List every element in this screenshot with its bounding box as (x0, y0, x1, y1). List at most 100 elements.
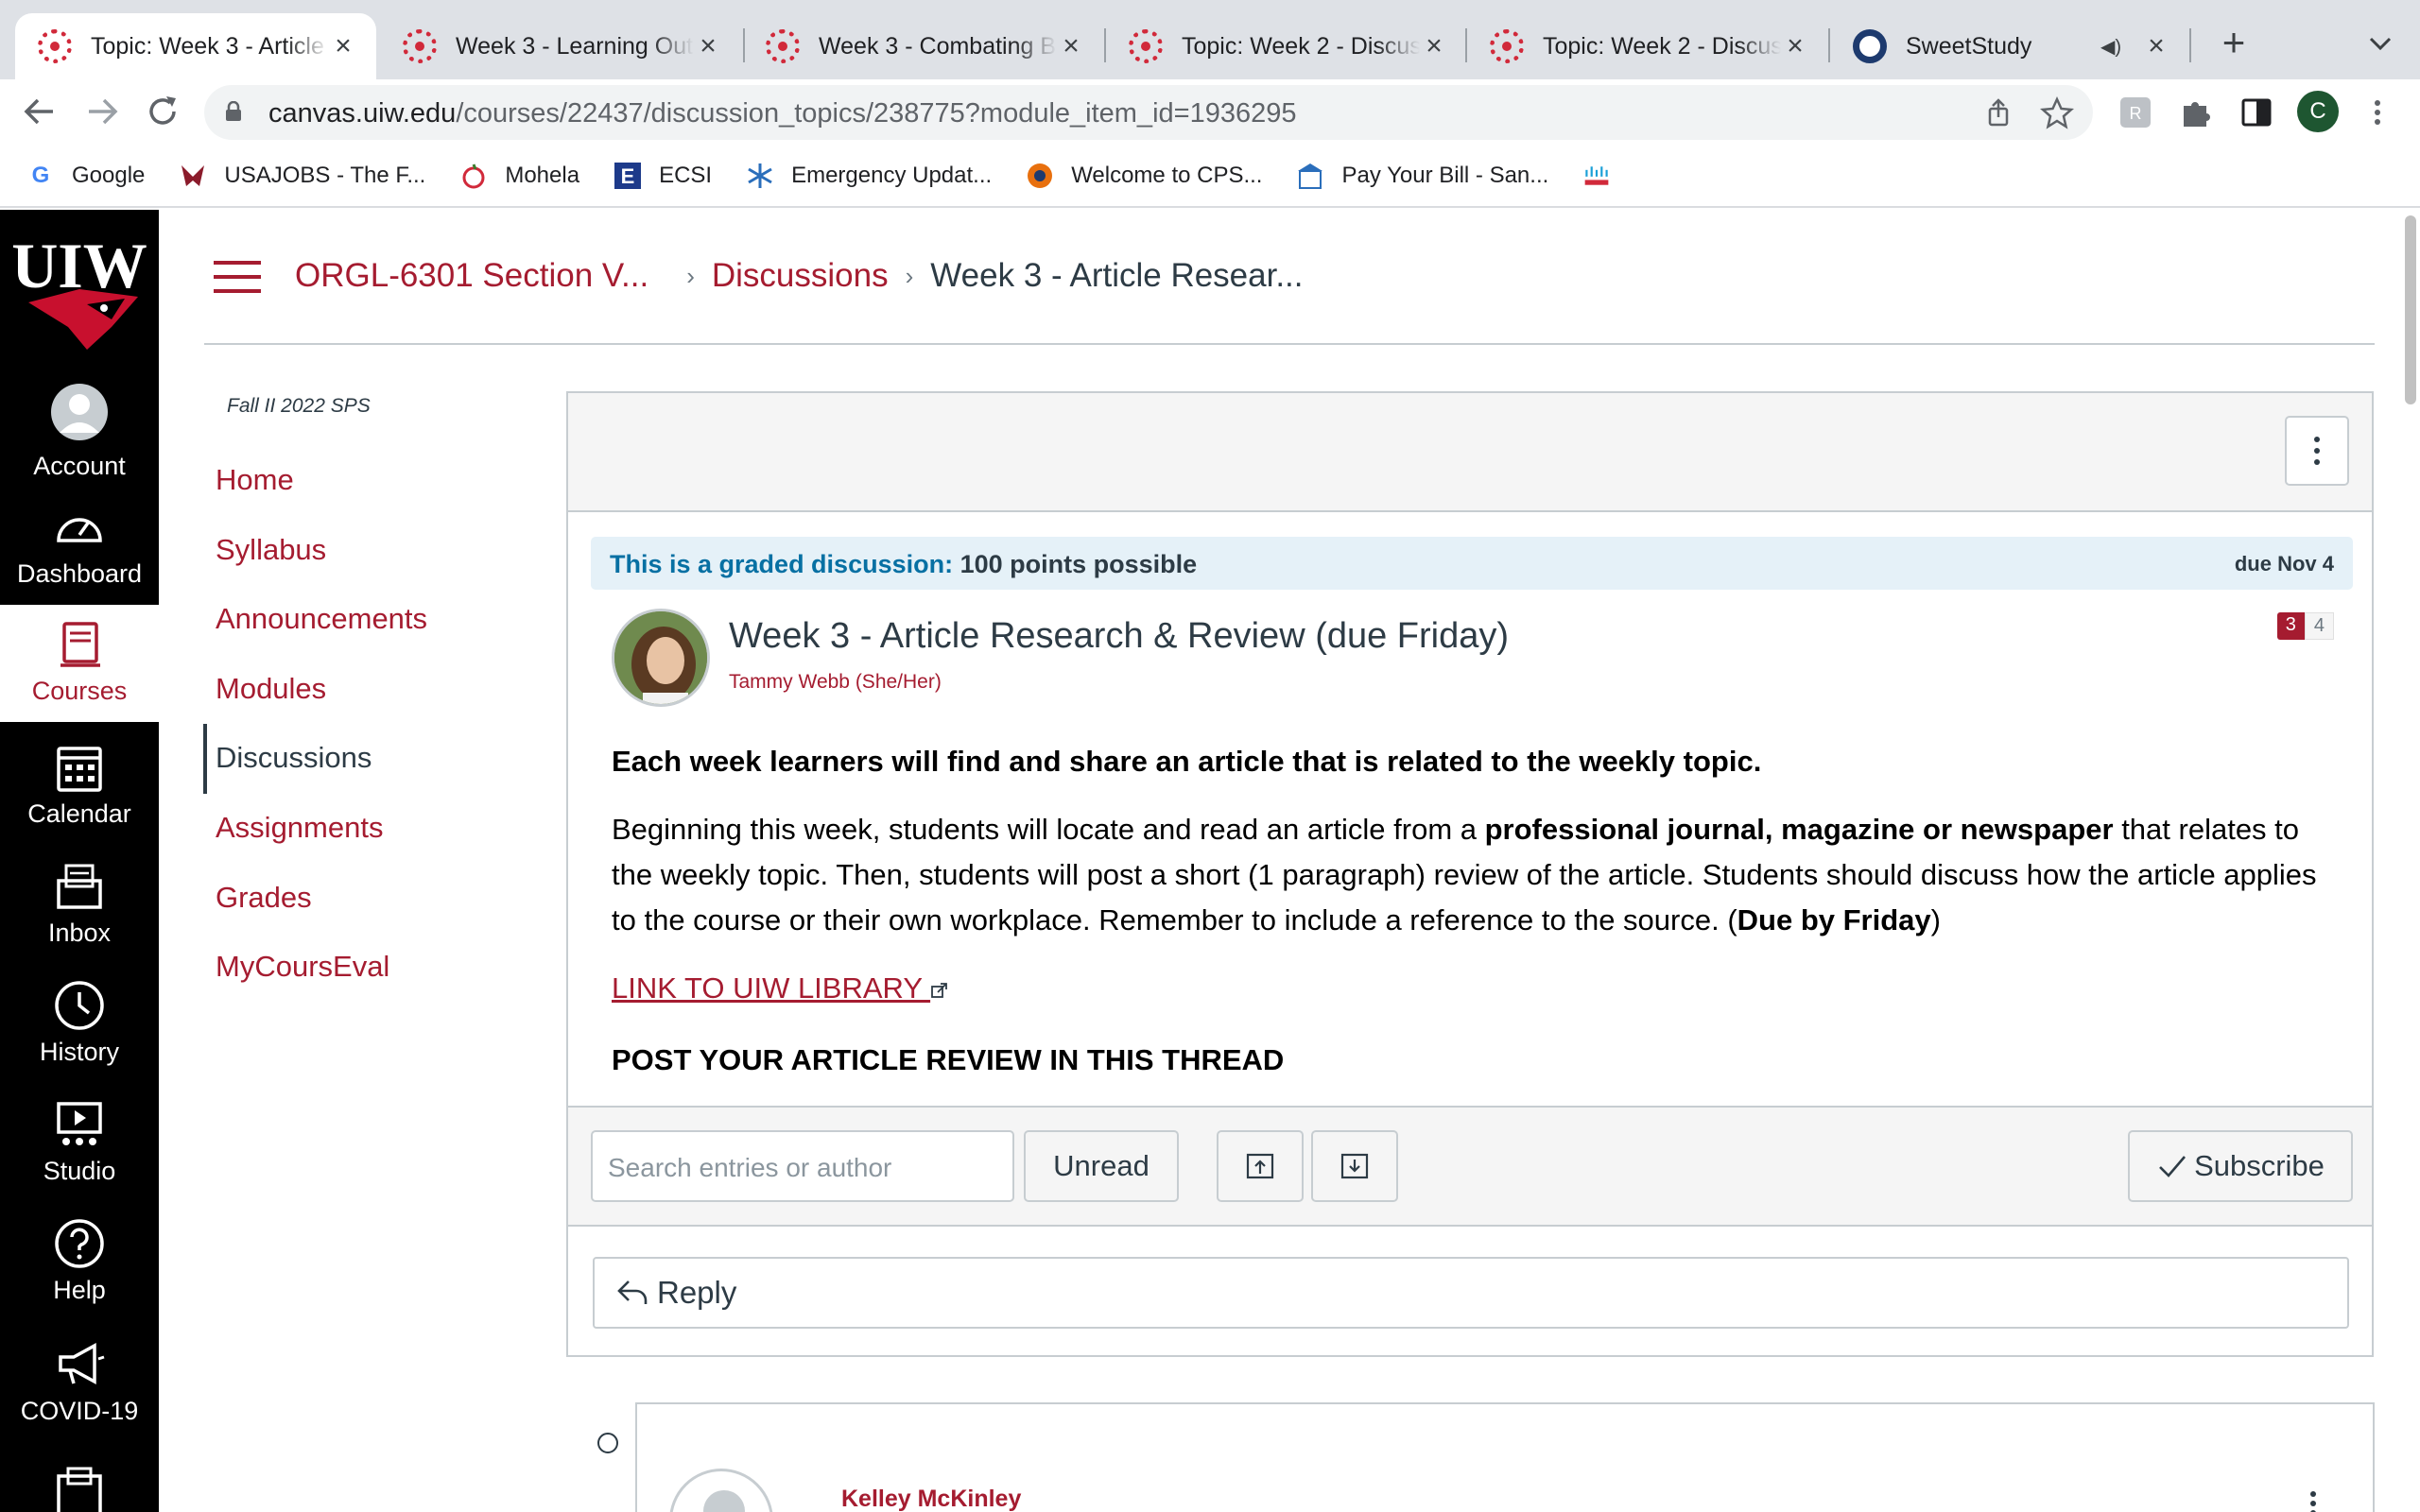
speaker-icon[interactable]: ◀) (2100, 35, 2121, 59)
uiw-library-link[interactable]: LINK TO UIW LIBRARY (612, 971, 949, 1005)
bookmark-cisco[interactable] (1582, 162, 1628, 190)
snowflake-icon (746, 162, 774, 190)
browser-tab[interactable]: Topic: Week 2 - Discussion × (1106, 13, 1467, 79)
extensions-puzzle-icon[interactable] (2176, 93, 2216, 132)
close-icon[interactable]: × (1781, 30, 1809, 62)
unread-count-badge: 3 (2276, 612, 2305, 640)
gnav-account[interactable]: Account (0, 370, 159, 488)
course-nav-assignments[interactable]: Assignments (216, 811, 383, 845)
tab-title: Week 3 - Combating Burnout (819, 32, 1057, 60)
gnav-studio[interactable]: Studio (0, 1085, 159, 1202)
course-nav-mycourseval[interactable]: MyCoursEval (216, 950, 389, 984)
author-avatar[interactable] (612, 609, 710, 707)
reply-arrow-icon (617, 1280, 648, 1304)
gnav-history[interactable]: History (0, 966, 159, 1083)
dashboard-gauge-icon (57, 518, 102, 542)
lock-icon[interactable] (225, 101, 242, 122)
bookmark-emergency-updates[interactable]: Emergency Updat... (746, 162, 992, 190)
header-divider (204, 343, 2375, 345)
svg-text:E: E (621, 164, 635, 188)
course-menu-toggle-icon[interactable] (214, 261, 261, 295)
expand-threads-button[interactable] (1217, 1130, 1304, 1202)
breadcrumb-course-link[interactable]: ORGL-6301 Section V... (295, 257, 648, 295)
bookmark-ecsi[interactable]: E ECSI (614, 162, 712, 190)
browser-tab[interactable]: Topic: Week 2 - Discussion × (1467, 13, 1828, 79)
breadcrumb-discussions-link[interactable]: Discussions (712, 257, 889, 295)
tab-search-chevron-icon[interactable] (2360, 23, 2401, 64)
due-date: due Nov 4 (2234, 552, 2334, 576)
entry-options-icon[interactable] (2310, 1489, 2316, 1512)
address-bar[interactable]: canvas.uiw.edu/courses/22437/discussion_… (204, 85, 2093, 140)
ecsi-logo-icon: E (614, 162, 642, 190)
cps-logo-icon (1026, 162, 1054, 190)
profile-avatar[interactable]: C (2297, 91, 2339, 132)
entry-author-name[interactable]: Kelley McKinley (841, 1486, 1021, 1512)
course-nav-discussions[interactable]: Discussions (216, 741, 372, 775)
reply-button[interactable]: Reply (593, 1257, 2349, 1329)
help-question-icon (55, 1219, 104, 1268)
browser-tab[interactable]: Week 3 - Learning Outcomes × (380, 13, 741, 79)
share-icon[interactable] (1979, 94, 2017, 132)
uiw-cardinal-logo[interactable]: UIW (0, 229, 159, 361)
points-possible: 100 points possible (959, 550, 1198, 578)
close-icon[interactable]: × (1057, 30, 1085, 62)
side-panel-icon[interactable] (2237, 93, 2276, 132)
close-icon[interactable]: × (2142, 30, 2170, 62)
course-nav-modules[interactable]: Modules (216, 672, 326, 706)
close-icon[interactable]: × (1420, 30, 1448, 62)
svg-text:R: R (2130, 104, 2142, 123)
discussion-topic-panel: This is a graded discussion: 100 points … (566, 391, 2374, 1357)
new-tab-button[interactable]: + (2210, 21, 2257, 68)
course-nav-grades[interactable]: Grades (216, 881, 312, 915)
unread-filter-button[interactable]: Unread (1024, 1130, 1179, 1202)
close-icon[interactable]: × (329, 30, 357, 62)
forward-arrow-icon[interactable] (78, 87, 127, 136)
graded-discussion-banner: This is a graded discussion: 100 points … (591, 537, 2353, 590)
bookmark-usajobs[interactable]: USAJOBS - The F... (179, 162, 425, 190)
search-entries-input[interactable]: Search entries or author (591, 1130, 1014, 1202)
gnav-inbox[interactable]: Inbox (0, 847, 159, 964)
browser-tab-active[interactable]: Topic: Week 3 - Article Research & Revie… (15, 13, 376, 79)
course-nav-home[interactable]: Home (216, 463, 294, 497)
course-nav-syllabus[interactable]: Syllabus (216, 533, 326, 567)
gnav-calendar[interactable]: Calendar (0, 728, 159, 845)
read-status-indicator-icon[interactable] (597, 1433, 618, 1453)
course-nav-announcements[interactable]: Announcements (216, 602, 427, 636)
breadcrumb-chevron-icon: › (686, 261, 695, 290)
cisco-logo-icon (1582, 162, 1611, 190)
gnav-courses[interactable]: Courses (0, 605, 159, 722)
author-name-link[interactable]: Tammy Webb (She/Her) (729, 671, 942, 694)
breadcrumb-chevron-icon: › (905, 261, 914, 290)
collapse-threads-button[interactable] (1311, 1130, 1398, 1202)
usajobs-eagle-icon (179, 162, 207, 190)
bookmark-google[interactable]: G Google (26, 162, 146, 190)
studio-presentation-icon (57, 1102, 102, 1145)
chrome-menu-icon[interactable] (2358, 93, 2397, 132)
discussion-toolbar: Search entries or author Unread Subscrib… (568, 1106, 2372, 1227)
url-text[interactable]: canvas.uiw.edu/courses/22437/discussion_… (268, 98, 1296, 129)
browser-tab[interactable]: SweetStudy ◀) × (1830, 13, 2189, 79)
close-icon[interactable]: × (694, 30, 722, 62)
entry-author-avatar[interactable] (669, 1469, 773, 1512)
reload-icon[interactable] (138, 87, 187, 136)
bookmark-mohela[interactable]: Mohela (459, 162, 579, 190)
canvas-favicon-icon (1129, 29, 1163, 63)
bookmark-pay-your-bill[interactable]: Pay Your Bill - San... (1296, 162, 1548, 190)
gnav-help[interactable]: Help (0, 1204, 159, 1321)
discussion-intro: Each week learners will find and share a… (612, 745, 1762, 778)
commons-icon[interactable] (51, 1467, 108, 1512)
browser-tab[interactable]: Week 3 - Combating Burnout × (743, 13, 1104, 79)
graded-label: This is a graded discussion: (610, 550, 954, 578)
sweetstudy-favicon-icon (1853, 29, 1887, 63)
total-count-badge: 4 (2304, 612, 2334, 640)
gnav-dashboard[interactable]: Dashboard (0, 488, 159, 605)
gnav-covid-19[interactable]: COVID-19 (0, 1325, 159, 1442)
discussion-options-button[interactable] (2285, 416, 2349, 486)
bookmark-welcome-cps[interactable]: Welcome to CPS... (1026, 162, 1262, 190)
extension-r-icon[interactable]: R (2116, 93, 2155, 132)
back-arrow-icon[interactable] (15, 87, 64, 136)
scrollbar-thumb[interactable] (2405, 215, 2416, 404)
page-scrollbar[interactable] (2401, 210, 2420, 1512)
bookmark-star-icon[interactable] (2038, 94, 2076, 132)
subscribe-button[interactable]: Subscribe (2128, 1130, 2353, 1202)
